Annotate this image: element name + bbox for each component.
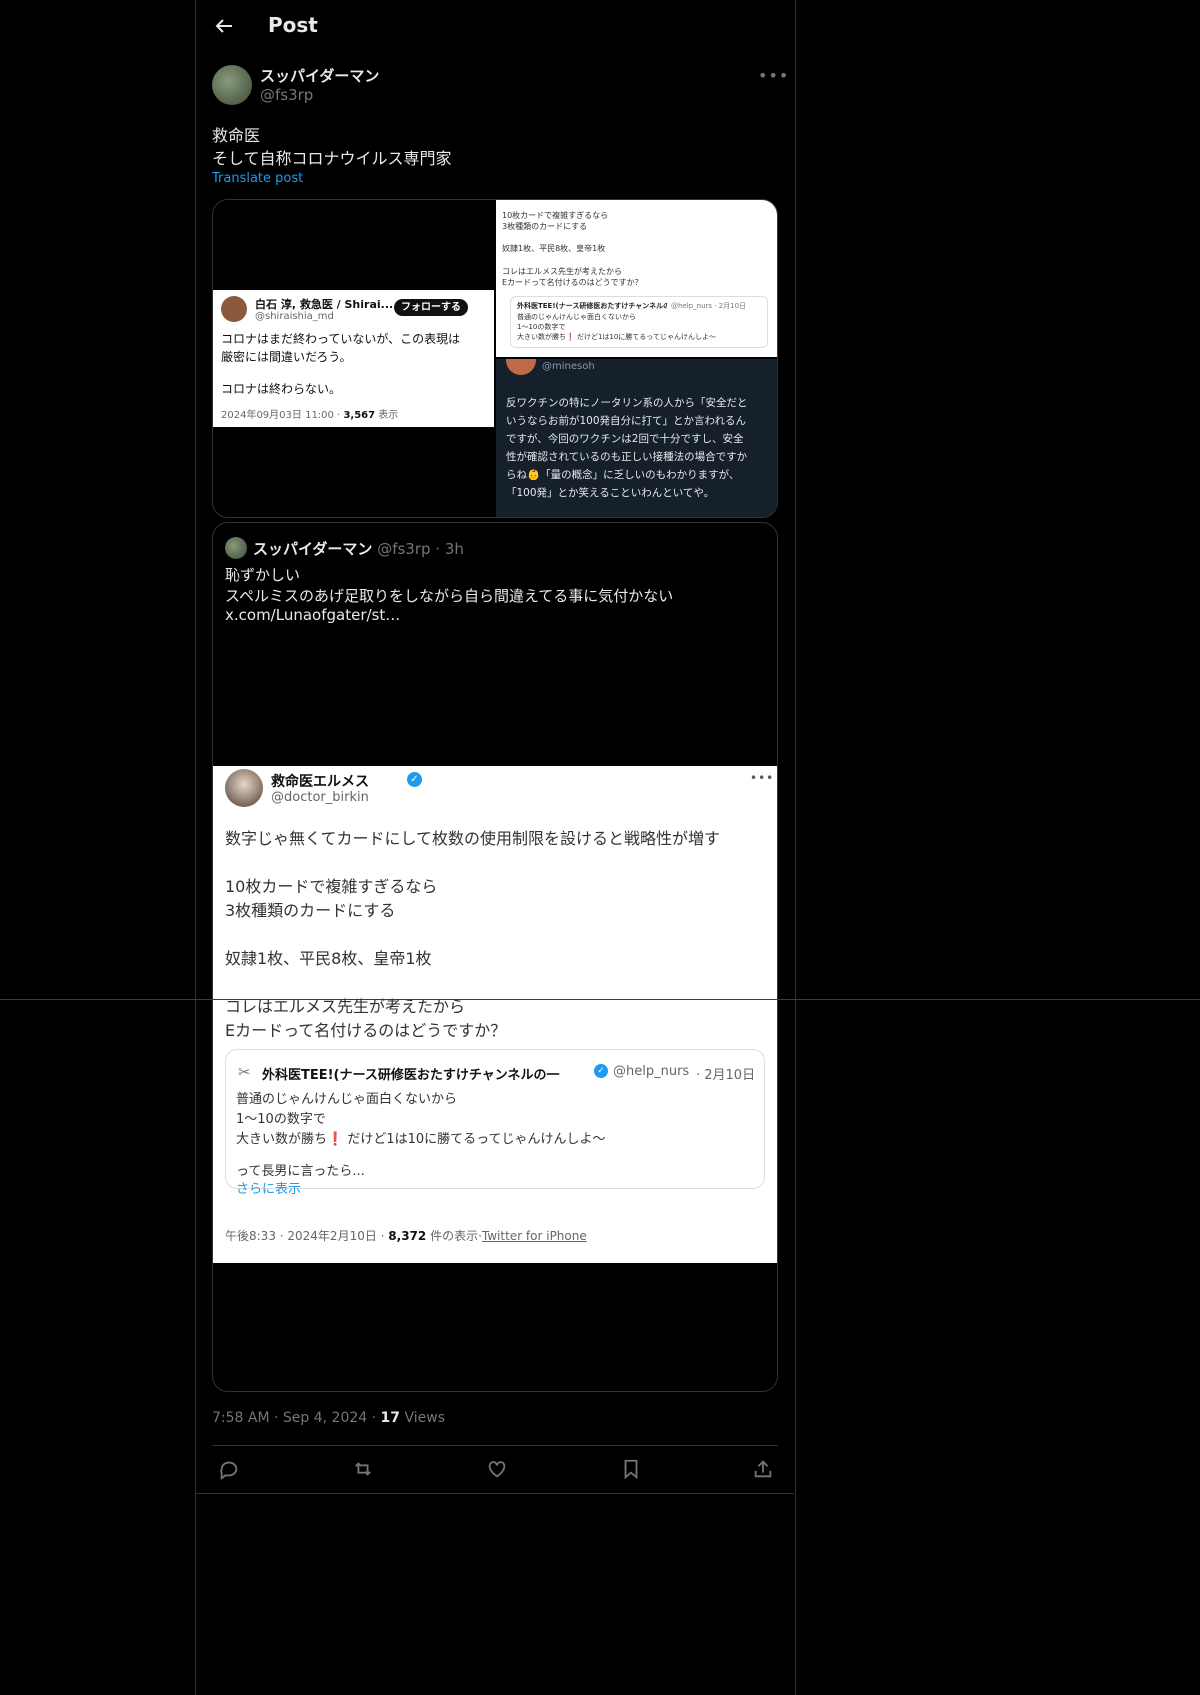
qi-line5: コレはエルメス先生が考えたから — [225, 997, 466, 1016]
repost-icon[interactable] — [352, 1458, 374, 1484]
qi-line4: 奴隷1枚、平民8枚、皇帝1枚 — [225, 949, 432, 968]
img3-line1: 反ワクチンの特にノータリン系の人から「安全だと — [506, 397, 748, 409]
share-icon[interactable] — [752, 1458, 774, 1484]
quote-link[interactable]: x.com/Lunaofgater/st… — [225, 606, 400, 624]
qi-nested-date: · 2月10日 — [696, 1068, 756, 1083]
verified-icon: ✓ — [594, 1064, 608, 1078]
qi-meta-date: 午後8:33 · 2024年2月10日 · — [225, 1229, 389, 1243]
img1-line3: コロナは終わらない。 — [221, 382, 342, 396]
img1-follow-button: フォローする — [394, 299, 468, 316]
horizontal-guide-line — [0, 999, 1200, 1000]
divider — [195, 1493, 794, 1494]
quote-line1: 恥ずかしい — [225, 566, 301, 584]
quoted-post[interactable]: スッパイダーマン @fs3rp · 3h 恥ずかしい スペルミスのあげ足取りをし… — [212, 522, 778, 1392]
post-meta: 7:58 AM · Sep 4, 2024 · 17 Views — [212, 1410, 445, 1426]
quote-line2: スペルミスのあげ足取りをしながら自ら間違えてる事に気付かない — [225, 587, 674, 605]
qi-nested-more: さらに表示 — [236, 1182, 302, 1197]
img3-line6: 「100発」とか笑えることいわんといてや。 — [506, 487, 715, 499]
qi-nested-name: 外科医TEE!(ナース研修医おたすけチャンネルの一 — [262, 1068, 560, 1083]
divider — [212, 1445, 778, 1446]
quote-time: 3h — [444, 540, 464, 558]
img2-quote-meta: @help_nurs · 2月10日 — [671, 302, 747, 310]
screenshot-panel: 白石 淳, 救急医 / Shirai... @shiraishia_md フォロ… — [213, 290, 494, 427]
img2-line2: 3枚種類のカードにする — [502, 222, 588, 231]
qi-nested-handle: @help_nurs — [613, 1064, 690, 1079]
author-handle[interactable]: @fs3rp — [260, 86, 313, 104]
img2-quote-line2: 1〜10の数字で — [517, 323, 566, 331]
like-icon[interactable] — [486, 1458, 508, 1484]
avatar[interactable] — [212, 65, 252, 105]
quote-header: スッパイダーマン @fs3rp · 3h — [253, 538, 464, 559]
meta-separator: · — [274, 1410, 283, 1426]
qi-name-row: 救命医エルメス ✓ — [271, 771, 422, 791]
back-arrow-icon[interactable] — [212, 14, 236, 38]
meta-separator: · — [371, 1410, 381, 1426]
img1-line2: 厳密には間違いだろう。 — [221, 350, 352, 364]
more-icon: ••• — [750, 771, 775, 785]
img2-quote-line1: 普通のじゃんけんじゃ面白くないから — [517, 313, 636, 321]
img3-line5: らね👶「量の概念」に乏しいのもわかりますが、 — [506, 469, 740, 481]
img3-line3: ですが、今回のワクチンは2回で十分ですし、安全 — [506, 433, 744, 445]
qi-nested-line2: 1〜10の数字で — [236, 1112, 326, 1127]
qi-nested-line1: 普通のじゃんけんじゃ面白くないから — [236, 1092, 458, 1107]
img1-handle: @shiraishia_md — [255, 311, 334, 322]
qi-meta: 午後8:33 · 2024年2月10日 · 8,372 件の表示·Twitter… — [225, 1227, 587, 1244]
qi-author-name: 救命医エルメス — [271, 774, 369, 790]
img1-views-suffix: 表示 — [375, 410, 399, 421]
quote-image[interactable]: 救命医エルメス ✓ @doctor_birkin ••• 数字じゃ無くてカードに… — [213, 766, 777, 1263]
more-icon[interactable]: ••• — [758, 66, 788, 86]
qi-nested-line4: って長男に言ったら... — [236, 1164, 365, 1179]
img1-line1: コロナはまだ終わっていないが、この表現は — [221, 332, 461, 346]
img2-line4: コレはエルメス先生が考えたから — [502, 267, 622, 276]
quote-author-handle: @fs3rp — [377, 540, 431, 558]
avatar — [506, 359, 536, 375]
avatar — [225, 537, 247, 559]
qi-views: 8,372 — [388, 1229, 427, 1243]
img1-date: 2024年09月03日 11:00 · — [221, 410, 344, 421]
quote-separator: · — [435, 540, 445, 558]
scissors-icon: ✂ — [238, 1063, 251, 1081]
img1-name: 白石 淳, 救急医 / Shirai... — [255, 298, 394, 311]
views-count: 17 — [380, 1410, 401, 1426]
img2-quote-line3: 大きい数が勝ち❗ だけど1は10に勝てるってじゃんけんしよ〜 — [517, 333, 716, 341]
author-name[interactable]: スッパイダーマン — [260, 65, 379, 86]
qi-client: Twitter for iPhone — [481, 1229, 587, 1243]
qi-line2: 10枚カードで複雑すぎるなら — [225, 877, 438, 896]
img2-line5: Eカードって名付けるのはどうですか？ — [502, 278, 643, 287]
media-image-2[interactable]: 10枚カードで複雑すぎるなら 3枚種類のカードにする 奴隷1枚、平民8枚、皇帝1… — [496, 200, 777, 357]
media-image-1[interactable]: 白石 淳, 救急医 / Shirai... @shiraishia_md フォロ… — [213, 200, 494, 517]
qi-nested-quote: ✂ 外科医TEE!(ナース研修医おたすけチャンネルの一 ✓ @help_nurs… — [225, 1049, 765, 1197]
qi-views-suffix: 件の表示· — [426, 1229, 482, 1243]
qi-line1: 数字じゃ無くてカードにして枚数の使用制限を設けると戦略性が増す — [225, 829, 721, 848]
avatar — [221, 296, 247, 322]
qi-handle: @doctor_birkin — [271, 790, 369, 805]
qi-line3: 3枚種類のカードにする — [225, 901, 396, 920]
reply-icon[interactable] — [218, 1458, 240, 1484]
post-time[interactable]: 7:58 AM — [212, 1410, 270, 1426]
img2-line1: 10枚カードで複雑すぎるなら — [502, 211, 609, 220]
verified-icon: ✓ — [407, 772, 422, 787]
post-text-line1: 救命医 — [212, 126, 261, 145]
quote-author-name: スッパイダーマン — [253, 540, 373, 558]
img2-quote-box: 外科医TEE!(ナース研修医おたすけチャンネルの一 @help_nurs · 2… — [510, 296, 768, 348]
action-bar — [212, 1458, 778, 1482]
img3-handle: @minesoh — [542, 361, 595, 372]
img3-line2: いうならお前が100発自分に打て」とか言われるん — [506, 415, 747, 427]
img2-line3: 奴隷1枚、平民8枚、皇帝1枚 — [502, 244, 606, 253]
qi-nested-line3: 大きい数が勝ち❗ だけど1は10に勝てるってじゃんけんしよ〜 — [236, 1132, 606, 1147]
img1-views: 3,567 — [343, 410, 376, 421]
post-text-line2: そして自称コロナウイルス専門家 — [212, 149, 452, 168]
bookmark-icon[interactable] — [620, 1458, 642, 1484]
img3-line4: 性が確認されているのも正しい接種法の場合ですか — [506, 451, 748, 463]
views-label: Views — [404, 1410, 446, 1426]
media-image-3[interactable]: @minesoh 反ワクチンの特にノータリン系の人から「安全だと いうならお前が… — [496, 359, 777, 517]
post-date[interactable]: Sep 4, 2024 — [283, 1410, 367, 1426]
avatar — [225, 769, 263, 807]
qi-line6: Eカードって名付けるのはどうですか？ — [225, 1021, 507, 1040]
media-grid: 白石 淳, 救急医 / Shirai... @shiraishia_md フォロ… — [212, 199, 778, 518]
page-title: Post — [268, 13, 318, 37]
img1-meta: 2024年09月03日 11:00 · 3,567 表示 — [221, 406, 398, 421]
translate-link[interactable]: Translate post — [212, 171, 303, 186]
img2-quote-name: 外科医TEE!(ナース研修医おたすけチャンネルの一 — [517, 302, 667, 310]
